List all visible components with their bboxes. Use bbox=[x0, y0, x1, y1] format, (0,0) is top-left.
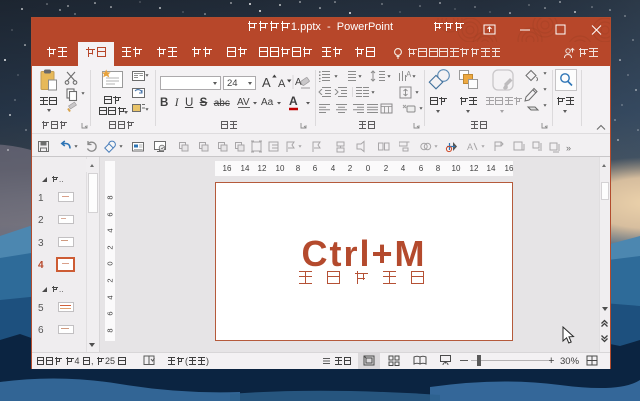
svg-text:A: A bbox=[262, 75, 271, 90]
svg-text:A: A bbox=[467, 142, 473, 152]
svg-text:A: A bbox=[289, 96, 298, 108]
svg-text:A: A bbox=[406, 70, 411, 79]
svg-text:Aa: Aa bbox=[261, 97, 274, 108]
svg-text:A: A bbox=[278, 78, 286, 90]
svg-text:AV: AV bbox=[237, 97, 250, 108]
